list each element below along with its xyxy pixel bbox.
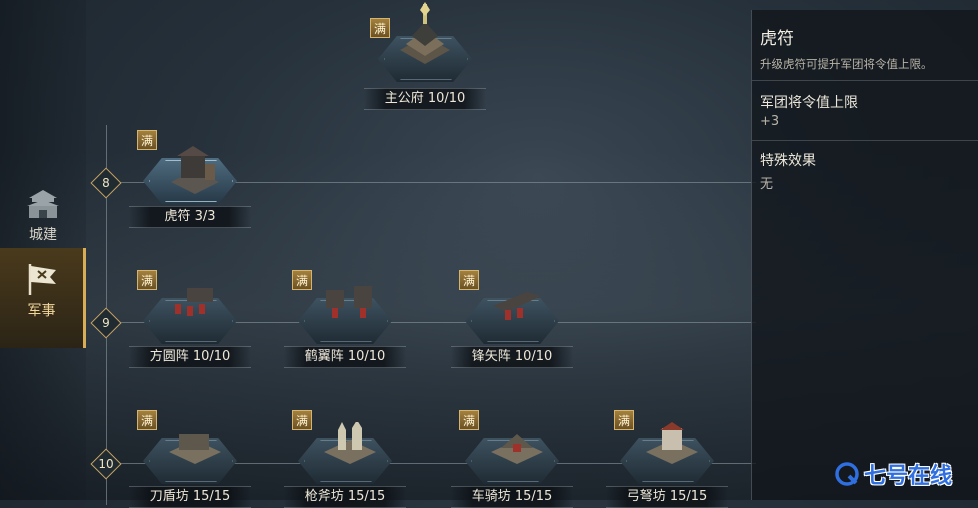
tiger-tally-model-icon [171, 146, 219, 194]
divider [752, 80, 978, 81]
sidebar-item-military[interactable]: 军事 [0, 248, 86, 348]
max-level-badge: 满 [137, 130, 157, 150]
max-level-badge: 满 [292, 270, 312, 290]
category-sidebar: 城建 军事 [0, 0, 86, 500]
sidebar-item-city-build[interactable]: 城建 [0, 180, 86, 250]
max-level-badge: 满 [137, 270, 157, 290]
building-name: 虎符 [164, 209, 191, 224]
building-level: 10/10 [347, 349, 386, 364]
max-level-badge: 满 [459, 410, 479, 430]
formation-model-icon [493, 292, 541, 320]
tier-10-number: 10 [98, 457, 114, 471]
building-detail-panel: 虎符 升级虎符可提升军团将令值上限。 军团将令值上限 +3 特殊效果 无 [751, 10, 978, 500]
max-level-badge: 满 [292, 410, 312, 430]
special-effect-value: 无 [760, 177, 774, 192]
tier-9-number: 9 [102, 316, 110, 330]
detail-description: 升级虎符可提升军团将令值上限。 [760, 57, 933, 71]
building-level: 3/3 [194, 209, 216, 224]
stat-heading: 军团将令值上限 [760, 95, 858, 111]
war-flag-icon [28, 264, 56, 295]
building-name-label: 锋矢阵 10/10 [451, 346, 573, 368]
special-effect-heading: 特殊效果 [760, 153, 816, 169]
workshop-model-icon [646, 422, 698, 464]
building-level: 10/10 [192, 349, 231, 364]
max-level-badge: 满 [614, 410, 634, 430]
building-level: 15/15 [669, 489, 708, 504]
building-level: 15/15 [514, 489, 553, 504]
max-level-badge: 满 [137, 410, 157, 430]
main-hall-model-icon [400, 2, 450, 64]
workshop-model-icon [169, 434, 221, 464]
building-level: 15/15 [347, 489, 386, 504]
building-name-label: 刀盾坊 15/15 [129, 486, 251, 508]
building-name: 方圆阵 [149, 349, 189, 364]
building-name-label: 弓弩坊 15/15 [606, 486, 728, 508]
workshop-model-icon [491, 434, 543, 464]
building-level: 10/10 [514, 349, 553, 364]
building-name-label: 方圆阵 10/10 [129, 346, 251, 368]
building-name: 枪斧坊 [304, 489, 344, 504]
building-name: 弓弩坊 [626, 489, 666, 504]
building-name: 车骑坊 [471, 489, 511, 504]
building-name: 主公府 [384, 91, 424, 106]
building-name: 锋矢阵 [471, 349, 511, 364]
building-name-label: 虎符 3/3 [129, 206, 251, 228]
building-name-label: 车骑坊 15/15 [451, 486, 573, 508]
workshop-model-icon [324, 422, 376, 464]
building-name: 刀盾坊 [149, 489, 189, 504]
building-name: 鹤翼阵 [304, 349, 344, 364]
watermark-logo-icon [835, 462, 859, 486]
formation-model-icon [326, 286, 372, 318]
max-level-badge: 满 [370, 18, 390, 38]
formation-model-icon [175, 288, 213, 316]
tier-8-number: 8 [102, 176, 110, 190]
divider [752, 140, 978, 141]
building-name-label: 鹤翼阵 10/10 [284, 346, 406, 368]
stat-value: +3 [760, 114, 780, 129]
building-name-label: 主公府 10/10 [364, 88, 486, 110]
building-level: 15/15 [192, 489, 231, 504]
sidebar-item-label: 城建 [29, 227, 57, 243]
building-level: 10/10 [427, 91, 466, 106]
max-level-badge: 满 [459, 270, 479, 290]
building-name-label: 枪斧坊 15/15 [284, 486, 406, 508]
watermark-text: 七号在线 [864, 464, 953, 489]
city-gate-icon [27, 190, 59, 218]
sidebar-item-label: 军事 [27, 303, 56, 319]
detail-title: 虎符 [760, 29, 794, 49]
site-watermark: 七号在线 [834, 460, 953, 489]
